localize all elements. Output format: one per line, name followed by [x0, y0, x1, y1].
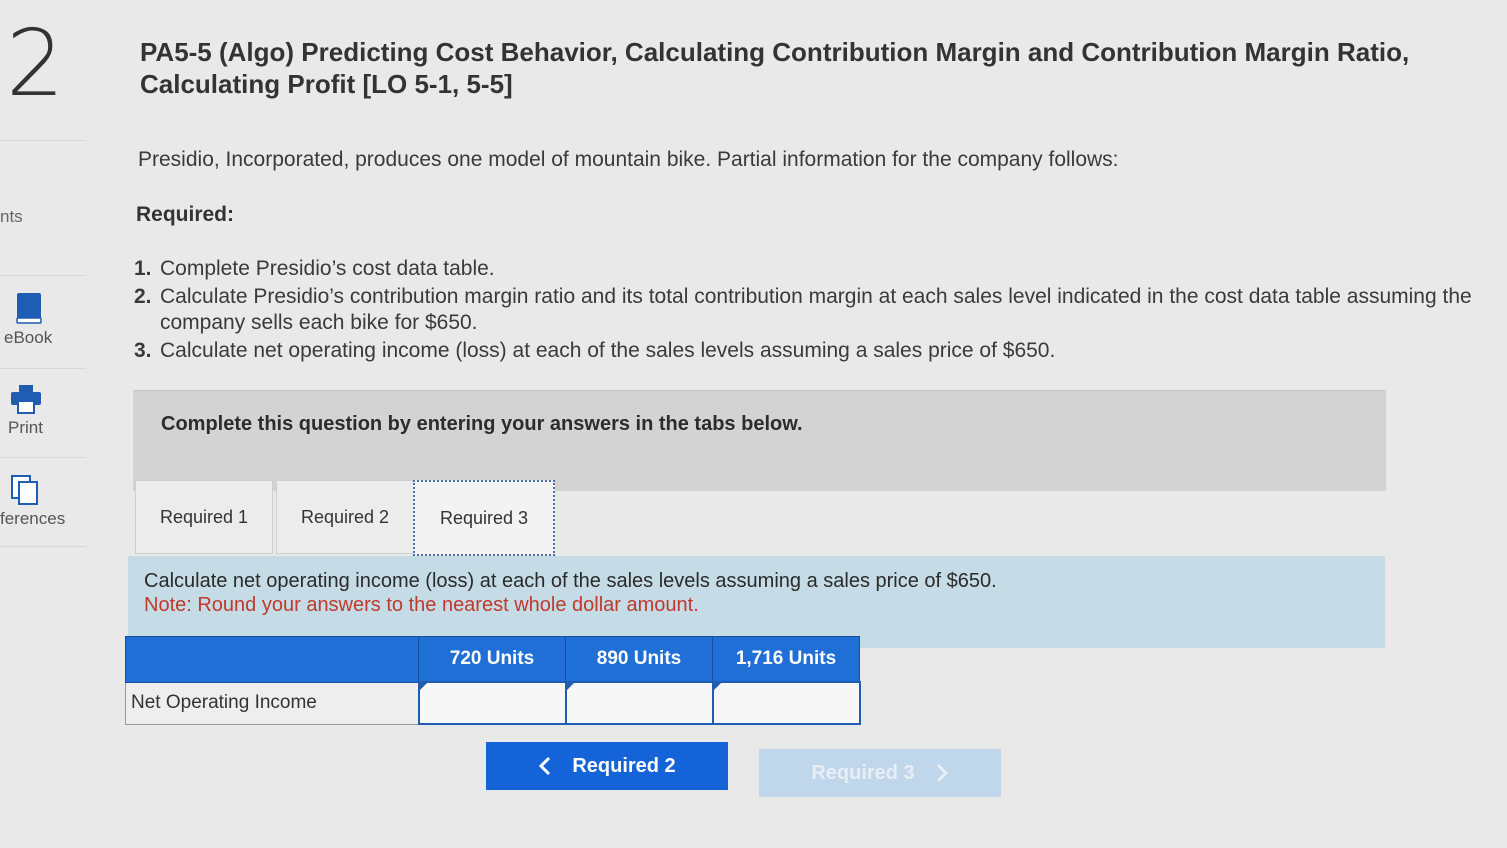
- column-header-890: 890 Units: [565, 636, 713, 683]
- requirements-list: 1. Complete Presidio’s cost data table. 2…: [134, 256, 1474, 366]
- rail-divider: [0, 368, 86, 369]
- printer-icon: [11, 385, 41, 414]
- required-heading: Required:: [136, 203, 235, 226]
- tab-required-3[interactable]: Required 3: [413, 480, 555, 556]
- question-title: PA5-5 (Algo) Predicting Cost Behavior, C…: [140, 37, 1410, 99]
- net-operating-income-720-input[interactable]: [417, 681, 567, 725]
- points-label: nts: [0, 207, 23, 226]
- row-label: Net Operating Income: [125, 681, 419, 725]
- column-header-1716: 1,716 Units: [712, 636, 860, 683]
- answer-input[interactable]: [566, 683, 712, 723]
- previous-button-label: Required 2: [572, 754, 676, 777]
- print-label: Print: [8, 418, 43, 437]
- tab-required-2[interactable]: Required 2: [276, 480, 414, 554]
- column-header-blank: [125, 636, 419, 683]
- instruction-text: Complete this question by entering your …: [161, 413, 803, 435]
- answer-input[interactable]: [713, 683, 859, 723]
- table-header-row: 720 Units 890 Units 1,716 Units: [125, 636, 860, 683]
- next-button-label: Required 3: [811, 761, 915, 784]
- content-instruction: Calculate net operating income (loss) at…: [144, 570, 997, 592]
- rail-divider: [0, 140, 86, 141]
- list-item: 2. Calculate Presidio’s contribution marg…: [134, 285, 1472, 334]
- book-icon: [16, 293, 42, 324]
- rail-divider: [0, 457, 86, 458]
- question-number: 2: [6, 10, 65, 117]
- rail-divider: [0, 275, 86, 276]
- net-operating-income-890-input[interactable]: [564, 681, 714, 725]
- intro-text: Presidio, Incorporated, produces one mod…: [138, 148, 1119, 171]
- previous-required-button[interactable]: Required 2: [486, 742, 728, 790]
- tab-required-1[interactable]: Required 1: [135, 480, 273, 554]
- answer-input[interactable]: [419, 683, 565, 723]
- column-header-720: 720 Units: [418, 636, 566, 683]
- copy-icon: [11, 475, 38, 505]
- net-operating-income-1716-input[interactable]: [711, 681, 861, 725]
- rail-divider: [0, 546, 86, 547]
- left-rail: 2 nts eBook Print ferences: [0, 0, 100, 848]
- ebook-label: eBook: [4, 328, 53, 347]
- table-row: Net Operating Income: [125, 681, 861, 725]
- chevron-right-icon: [936, 763, 948, 783]
- rounding-note: Note: Round your answers to the nearest …: [144, 594, 699, 616]
- answer-table: 720 Units 890 Units 1,716 Units Net Oper…: [125, 636, 861, 725]
- chevron-left-icon: [539, 756, 551, 776]
- tab-content-header: Calculate net operating income (loss) at…: [128, 556, 1385, 648]
- instruction-banner: Complete this question by entering your …: [133, 390, 1386, 491]
- references-label: ferences: [0, 509, 66, 528]
- list-item: 3. Calculate net operating income (loss) …: [134, 339, 1056, 362]
- list-item: 1. Complete Presidio’s cost data table.: [134, 257, 495, 280]
- next-required-button[interactable]: Required 3: [759, 749, 1001, 797]
